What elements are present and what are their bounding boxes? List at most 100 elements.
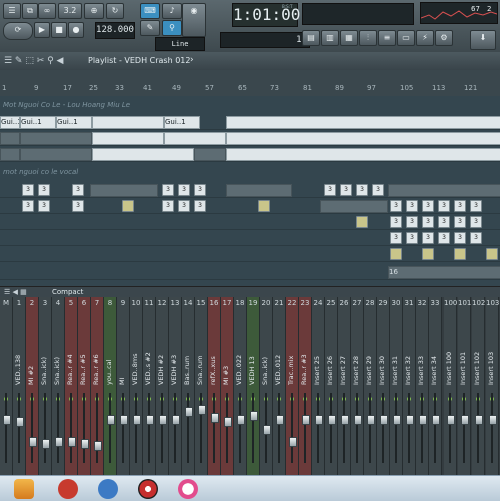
mixer-channel[interactable]: 12 VEDH #2 (156, 297, 169, 475)
volume-fader[interactable] (107, 415, 115, 425)
pattern-block[interactable]: 3 (178, 200, 190, 212)
volume-fader[interactable] (263, 425, 271, 435)
mixer-channel[interactable]: 20 Sna..ick) (260, 297, 273, 475)
pattern-block[interactable]: 3 (324, 184, 336, 196)
pattern-block[interactable]: 3 (22, 184, 34, 196)
plugin-icon[interactable]: ⚡ (416, 30, 434, 46)
volume-fader[interactable] (94, 441, 102, 451)
audio-clip[interactable] (0, 132, 20, 145)
mixer-channel[interactable]: 16 refX..xus (208, 297, 221, 475)
pattern-block[interactable]: 3 (340, 184, 352, 196)
mixer-channel[interactable]: 10 VED..8ms (130, 297, 143, 475)
volume-fader[interactable] (159, 415, 167, 425)
pattern-block[interactable] (422, 248, 434, 260)
volume-fader[interactable] (447, 415, 455, 425)
volume-fader[interactable] (302, 415, 310, 425)
volume-fader[interactable] (120, 415, 128, 425)
volume-fader[interactable] (81, 439, 89, 449)
pattern-block[interactable]: 3 (438, 232, 450, 244)
pattern-block[interactable]: 3 (470, 216, 482, 228)
pattern-block[interactable]: 3 (194, 200, 206, 212)
mixer-channel[interactable]: 9 MI (117, 297, 130, 475)
pattern-block[interactable] (454, 248, 466, 260)
pattern-block[interactable]: 3 (454, 216, 466, 228)
browser-icon[interactable]: ≡ (378, 30, 396, 46)
mixer-channel[interactable]: 19 VEDH 13 (247, 297, 260, 475)
pattern-block[interactable]: 3 (178, 184, 190, 196)
pattern-block[interactable]: 3 (72, 184, 84, 196)
stop-button[interactable]: ■ (51, 22, 67, 38)
audio-clip[interactable] (226, 132, 500, 145)
file-icon[interactable]: ▭ (397, 30, 415, 46)
audio-clip[interactable] (194, 148, 226, 161)
mixer-channel[interactable]: 29 Insert 30 (377, 297, 390, 475)
volume-fader[interactable] (16, 417, 24, 427)
pattern-block[interactable] (486, 248, 498, 260)
volume-fader[interactable] (250, 411, 258, 421)
mixer-channel[interactable]: 18 VED..022 (234, 297, 247, 475)
pattern-block[interactable]: 3 (38, 184, 50, 196)
volume-fader[interactable] (224, 417, 232, 427)
link-icon[interactable]: ⚲ (162, 20, 182, 36)
pattern-block[interactable]: 3 (162, 200, 174, 212)
volume-fader[interactable] (185, 407, 193, 417)
volume-fader[interactable] (475, 415, 483, 425)
volume-fader[interactable] (146, 415, 154, 425)
audio-clip[interactable] (90, 184, 158, 197)
pattern-block[interactable] (258, 200, 270, 212)
mixer-channel[interactable]: 23 Rea..r #3 (299, 297, 312, 475)
mixer-channel[interactable]: 101 Insert 101 (458, 297, 471, 475)
volume-fader[interactable] (55, 437, 63, 447)
channel-rack-icon[interactable]: ▦ (340, 30, 358, 46)
mixer-tools-icon[interactable]: ☰ ◀ ▦ (4, 288, 27, 296)
play-button[interactable]: ▶ (34, 22, 50, 38)
volume-fader[interactable] (172, 415, 180, 425)
mixer-channel[interactable]: 30 Insert 31 (390, 297, 403, 475)
volume-fader[interactable] (367, 415, 375, 425)
pattern-block[interactable]: 3 (22, 200, 34, 212)
playlist-tools-icon[interactable]: ☰ ✎ ⬚ ✂ ⚲ ◀ (4, 56, 63, 66)
volume-fader[interactable] (276, 415, 284, 425)
volume-fader[interactable] (68, 437, 76, 447)
fl-studio-icon[interactable] (14, 479, 34, 499)
chrome-icon[interactable] (138, 479, 158, 499)
volume-fader[interactable] (461, 415, 469, 425)
pattern-block[interactable]: 3 (372, 184, 384, 196)
audio-clip[interactable] (226, 116, 500, 129)
audio-clip[interactable] (20, 132, 92, 145)
pattern-block[interactable]: 3 (390, 216, 402, 228)
audio-clip[interactable] (164, 132, 226, 145)
itunes-icon[interactable] (178, 479, 198, 499)
volume-fader[interactable] (328, 415, 336, 425)
volume-fader[interactable] (354, 415, 362, 425)
audio-clip[interactable]: Gui..1 (56, 116, 92, 129)
audio-clip[interactable] (320, 200, 388, 213)
timeline-ruler[interactable]: 1 9 17 25 33 41 49 57 65 73 81 89 97 105… (0, 70, 500, 97)
pattern-block[interactable]: 3 (438, 216, 450, 228)
mixer-channel[interactable]: 6 Rea..r #5 (78, 297, 91, 475)
messenger-icon[interactable] (98, 479, 118, 499)
mixer-channel[interactable]: 25 Insert 26 (325, 297, 338, 475)
pattern-block[interactable]: 3 (356, 184, 368, 196)
settings-icon[interactable]: ⚙ (435, 30, 453, 46)
mixer-channel[interactable]: 33 Insert 34 (429, 297, 442, 475)
pattern-block[interactable]: 3 (438, 200, 450, 212)
audio-clip[interactable]: Gui..1 (164, 116, 200, 129)
volume-fader[interactable] (380, 415, 388, 425)
menu-button[interactable]: ☰ (3, 3, 21, 19)
pattern-block[interactable]: 3 (162, 184, 174, 196)
audio-clip[interactable] (92, 132, 164, 145)
volume-fader[interactable] (29, 437, 37, 447)
pattern-block[interactable]: 3 (406, 200, 418, 212)
mixer-channel[interactable]: 3 Sna..ick) (39, 297, 52, 475)
volume-fader[interactable] (419, 415, 427, 425)
audio-clip[interactable] (92, 116, 164, 129)
blend-icon[interactable]: ✎ (140, 20, 160, 36)
volume-fader[interactable] (432, 415, 440, 425)
pattern-block[interactable] (122, 200, 134, 212)
mixer-channel[interactable]: 100 Insert 100 (444, 297, 457, 475)
mixer-channel[interactable]: 31 Insert 32 (403, 297, 416, 475)
overdub-icon[interactable]: ↻ (106, 3, 124, 19)
mixer-channel[interactable]: 17 MI #3 (221, 297, 234, 475)
mixer-panel[interactable]: M 1 VED..138 2 MI #2 3 Sna..ick) 4 Sna..ick) 5 Rea… (0, 297, 500, 475)
